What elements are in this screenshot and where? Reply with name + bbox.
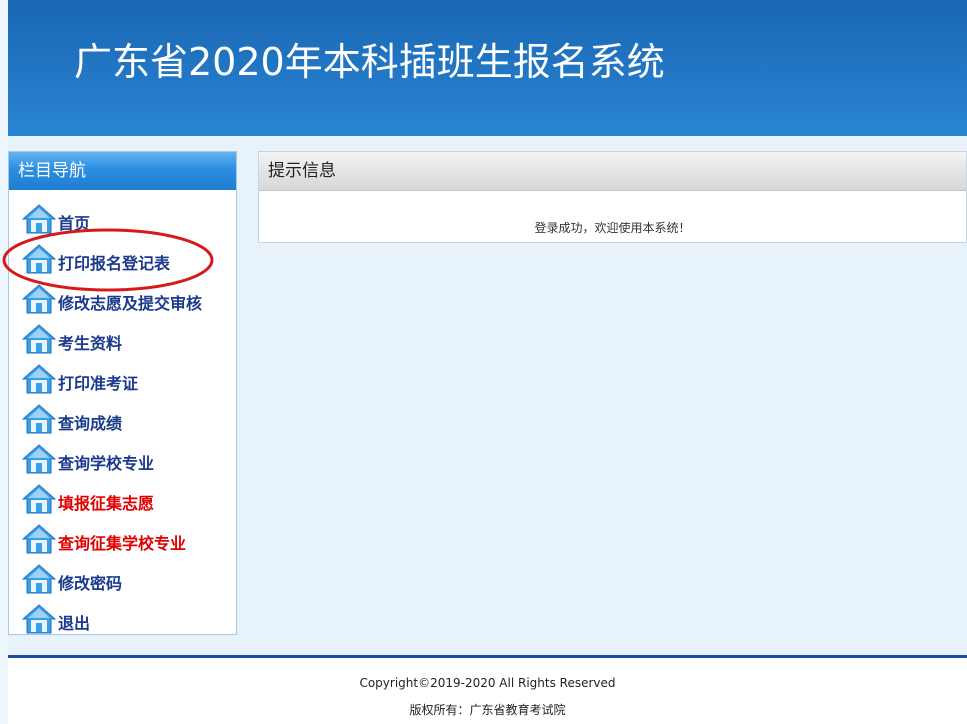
sidebar-item-label: 首页 — [58, 214, 91, 233]
sidebar-item-label: 打印准考证 — [58, 374, 139, 393]
home-icon — [22, 604, 56, 634]
sidebar-nav: 栏目导航 首页 打印报名登记表 修改志愿及提交审核 考生资料 打印准考证 查询成… — [8, 151, 237, 635]
page-header: 广东省2020年本科插班生报名系统 — [8, 0, 967, 136]
sidebar-item-label: 退出 — [58, 614, 91, 633]
panel-title: 提示信息 — [259, 152, 966, 191]
message-panel: 提示信息 登录成功，欢迎使用本系统！ — [258, 151, 967, 243]
home-icon — [22, 364, 56, 394]
left-margin — [0, 0, 8, 724]
home-icon — [22, 484, 56, 514]
page-footer: Copyright©2019-2020 All Rights Reserved … — [8, 658, 967, 724]
login-success-message: 登录成功，欢迎使用本系统！ — [534, 221, 691, 235]
sidebar-item-home[interactable]: 首页 — [9, 199, 236, 239]
sidebar-item-query-scores[interactable]: 查询成绩 — [9, 399, 236, 439]
sidebar-item-label: 查询学校专业 — [58, 454, 155, 473]
sidebar-item-change-password[interactable]: 修改密码 — [9, 559, 236, 599]
sidebar-item-label: 填报征集志愿 — [58, 494, 155, 513]
sidebar-item-label: 修改志愿及提交审核 — [58, 294, 203, 313]
sidebar-item-print-admission-ticket[interactable]: 打印准考证 — [9, 359, 236, 399]
sidebar-item-fill-supplementary[interactable]: 填报征集志愿 — [9, 479, 236, 519]
sidebar-item-label: 查询征集学校专业 — [58, 534, 187, 553]
home-icon — [22, 244, 56, 274]
sidebar-item-label: 考生资料 — [58, 334, 123, 353]
owner-text: 版权所有：广东省教育考试院 — [409, 703, 566, 717]
home-icon — [22, 284, 56, 314]
home-icon — [22, 324, 56, 354]
home-icon — [22, 404, 56, 434]
sidebar-title: 栏目导航 — [9, 152, 236, 190]
sidebar-item-query-majors[interactable]: 查询学校专业 — [9, 439, 236, 479]
sidebar-item-label: 修改密码 — [58, 574, 123, 593]
system-title: 广东省2020年本科插班生报名系统 — [74, 40, 665, 84]
sidebar-item-print-registration[interactable]: 打印报名登记表 — [9, 239, 236, 279]
copyright-text: Copyright©2019-2020 All Rights Reserved — [359, 676, 616, 690]
sidebar-item-label: 打印报名登记表 — [58, 254, 171, 273]
sidebar-item-label: 查询成绩 — [58, 414, 123, 433]
home-icon — [22, 524, 56, 554]
sidebar-item-query-supplementary-majors[interactable]: 查询征集学校专业 — [9, 519, 236, 559]
home-icon — [22, 444, 56, 474]
home-icon — [22, 204, 56, 234]
nav-list: 首页 打印报名登记表 修改志愿及提交审核 考生资料 打印准考证 查询成绩 查询学… — [9, 199, 236, 639]
sidebar-item-edit-preferences[interactable]: 修改志愿及提交审核 — [9, 279, 236, 319]
sidebar-item-candidate-info[interactable]: 考生资料 — [9, 319, 236, 359]
home-icon — [22, 564, 56, 594]
sidebar-item-logout[interactable]: 退出 — [9, 599, 236, 639]
